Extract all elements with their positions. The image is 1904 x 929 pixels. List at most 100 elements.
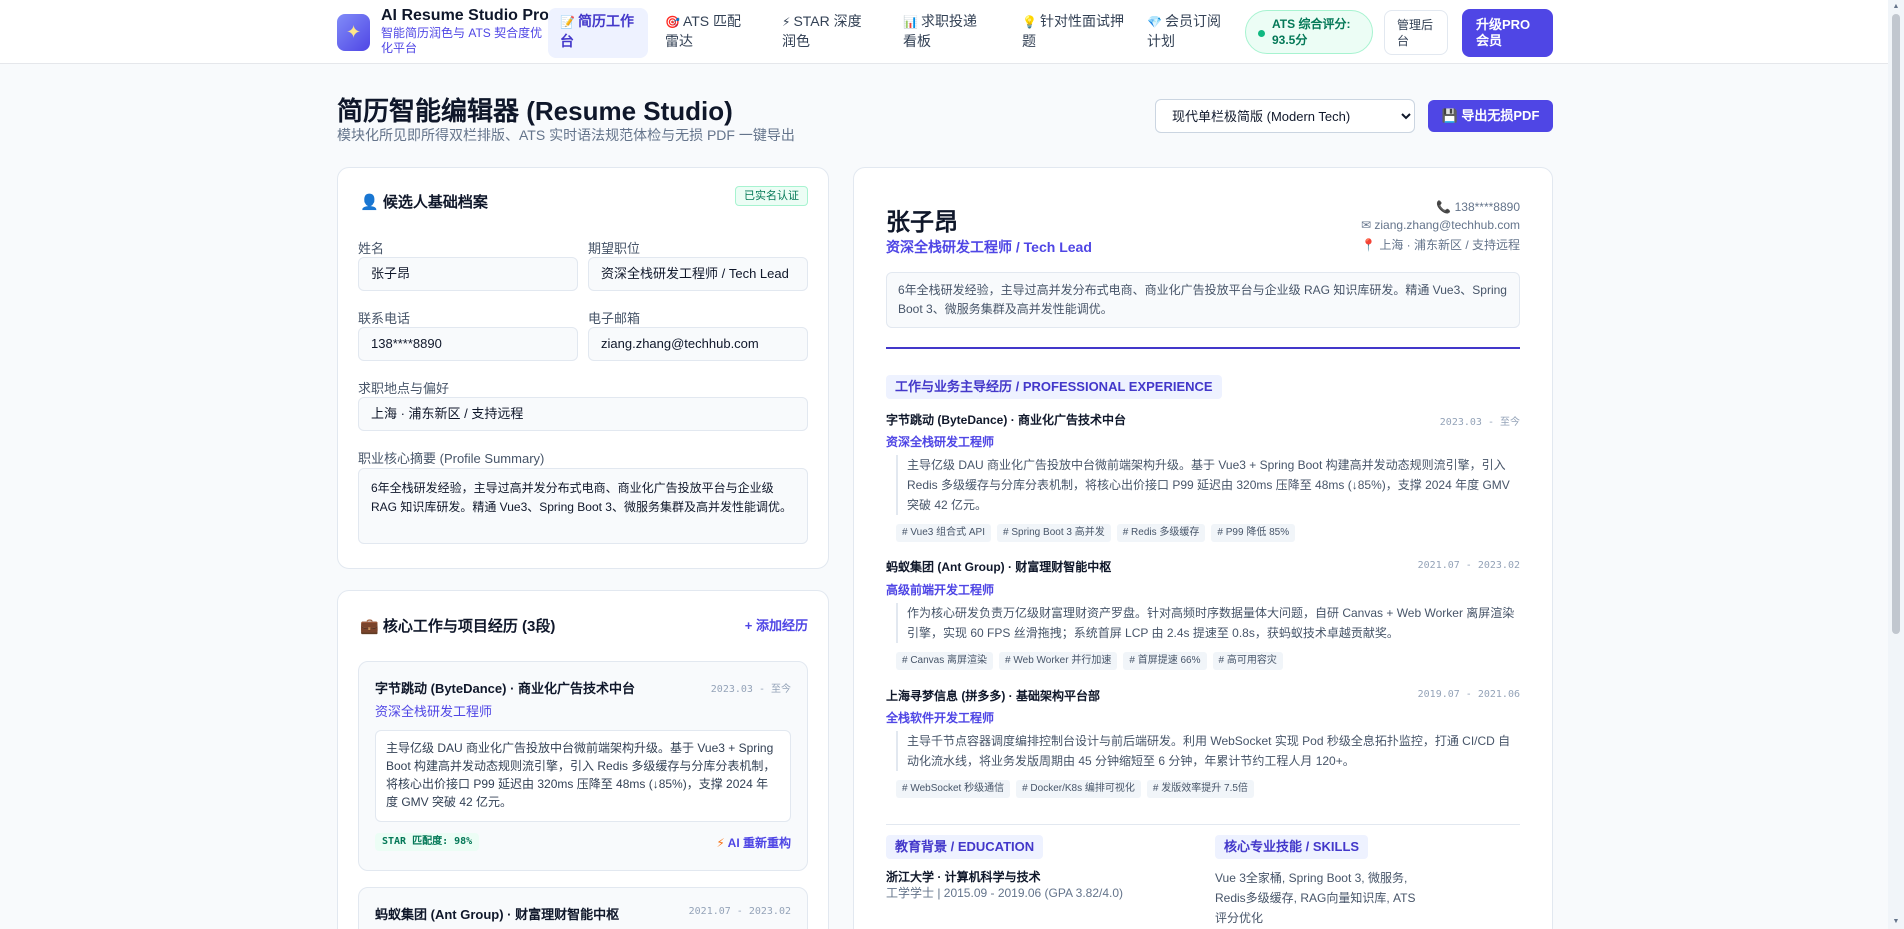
skill-tag: # 高可用容灾 [1212, 652, 1283, 670]
nav-label: 针对性面试押题 [1022, 13, 1124, 49]
email-field[interactable]: ziang.zhang@techhub.com [588, 327, 808, 361]
location-field[interactable]: 上海 · 浦东新区 / 支持远程 [358, 397, 808, 431]
position-field[interactable]: 资深全栈研发工程师 / Tech Lead [588, 257, 808, 291]
resume-title: 资深全栈研发工程师 / Tech Lead [886, 239, 1092, 255]
resume-job-date: 2023.03 - 至今 [1439, 417, 1520, 428]
name-label: 姓名 [358, 241, 385, 256]
resume-email-text: ziang.zhang@techhub.com [1374, 218, 1520, 232]
resume-preview: 张子昂 资深全栈研发工程师 / Tech Lead 📞 138****8890 … [853, 167, 1553, 929]
save-icon: 💾 [1441, 108, 1458, 123]
add-experience-button[interactable]: + 添加经历 [745, 615, 808, 634]
star-match-badge: STAR 匹配度: 98% [375, 833, 480, 851]
experience-role: 资深全栈研发工程师 [375, 704, 493, 719]
position-label: 期望职位 [588, 241, 641, 256]
skill-tag: # P99 降低 85% [1211, 524, 1296, 542]
experience-company: 蚂蚁集团 (Ant Group) · 财富理财智能中枢 [375, 907, 620, 922]
nav-star-polish[interactable]: ⚡ STAR 深度润色 [770, 8, 882, 58]
chart-icon: 📊 [903, 15, 918, 29]
profile-card-title-text: 候选人基础档案 [382, 194, 488, 211]
nav-resume-workbench[interactable]: 📝 简历工作台 [548, 8, 648, 58]
page-subtitle: 模块化所见即所得双栏排版、ATS 实时语法规范体检与无损 PDF 一键导出 [337, 127, 795, 143]
bolt-icon: ⚡ [782, 15, 791, 29]
phone-field[interactable]: 138****8890 [358, 327, 578, 361]
resume-job-tags: # Canvas 离屏渲染 # Web Worker 并行加速 # 首屏提速 6… [896, 652, 1283, 670]
page-title: 简历智能编辑器 (Resume Studio) [337, 96, 733, 126]
summary-textarea[interactable]: 6年全栈研发经验，主导过高并发分布式电商、商业化广告投放平台与企业级 RAG 知… [358, 468, 808, 544]
ai-rebuild-button[interactable]: ⚡ AI 重新重构 [716, 834, 791, 851]
resume-job-company: 字节跳动 (ByteDance) · 商业化广告技术中台 [886, 413, 1127, 427]
education-heading: 教育背景 / EDUCATION [886, 835, 1044, 859]
upgrade-pro-button[interactable]: 升级PRO会员 [1462, 9, 1553, 57]
resume-summary: 6年全栈研发经验，主导过高并发分布式电商、商业化广告投放平台与企业级 RAG 知… [886, 272, 1520, 328]
resume-job-role: 高级前端开发工程师 [886, 583, 995, 597]
export-pdf-button[interactable]: 💾 导出无损PDF [1428, 100, 1553, 132]
verified-badge: 已实名认证 [735, 186, 808, 206]
skill-tag: # Docker/K8s 编排可视化 [1016, 780, 1141, 798]
skill-tag: # Web Worker 并行加速 [999, 652, 1118, 670]
skill-tag: # 首屏提速 66% [1123, 652, 1207, 670]
bolt-icon: ⚡ [716, 836, 725, 850]
memo-icon: 📝 [560, 15, 575, 29]
resume-email: ✉ ziang.zhang@techhub.com [1361, 218, 1520, 232]
resume-job-tags: # WebSocket 秒级通信 # Docker/K8s 编排可视化 # 发版… [896, 780, 1254, 798]
brand-subtitle: 智能简历润色与 ATS 契合度优化平台 [381, 26, 543, 55]
person-icon: 👤 [360, 194, 379, 211]
diamond-icon: 💎 [1147, 15, 1162, 29]
profile-card: 👤 候选人基础档案 已实名认证 姓名 张子昂 期望职位 资深全栈研发工程师 / … [337, 167, 829, 569]
lightbulb-icon: 💡 [1022, 15, 1037, 29]
page-scrollbar[interactable]: ▲ ▼ [1888, 0, 1904, 929]
resume-job-role: 全栈软件开发工程师 [886, 711, 995, 725]
experience-date: 2021.07 - 2023.02 [688, 906, 791, 917]
briefcase-icon: 💼 [360, 618, 379, 635]
phone-label: 联系电话 [358, 311, 411, 326]
resume-job-date: 2021.07 - 2023.02 [1417, 560, 1520, 571]
nav-interview-prediction[interactable]: 💡 针对性面试押题 [1010, 8, 1136, 58]
pin-icon: 📍 [1361, 238, 1376, 252]
ai-rebuild-label: AI 重新重构 [727, 836, 791, 850]
experience-card-title-text: 核心工作与项目经历 (3段) [382, 618, 556, 635]
experience-heading: 工作与业务主导经历 / PROFESSIONAL EXPERIENCE [886, 375, 1222, 399]
resume-job-tags: # Vue3 组合式 API # Spring Boot 3 高并发 # Red… [896, 524, 1296, 542]
mail-icon: ✉ [1360, 218, 1372, 232]
resume-location: 📍 上海 · 浦东新区 / 支持远程 [1361, 236, 1520, 253]
summary-label: 职业核心摘要 (Profile Summary) [358, 451, 545, 466]
experience-description[interactable]: 主导亿级 DAU 商业化广告投放中台微前端架构升级。基于 Vue3 + Spri… [375, 730, 791, 822]
scroll-up-icon[interactable]: ▲ [1891, 2, 1901, 12]
skills-heading: 核心专业技能 / SKILLS [1215, 835, 1369, 859]
skill-tag: # Vue3 组合式 API [896, 524, 991, 542]
nav-ats-radar[interactable]: 🎯 ATS 匹配雷达 [653, 8, 763, 58]
experience-item[interactable]: 字节跳动 (ByteDance) · 商业化广告技术中台 2023.03 - 至… [358, 661, 808, 871]
nav-membership-plan[interactable]: 💎 会员订阅计划 [1135, 8, 1239, 58]
resume-job-role: 资深全栈研发工程师 [886, 435, 995, 449]
experience-item[interactable]: 蚂蚁集团 (Ant Group) · 财富理财智能中枢 2021.07 - 20… [358, 887, 808, 929]
ats-score-badge: ATS 综合评分: 93.5分 [1245, 10, 1373, 54]
name-field[interactable]: 张子昂 [358, 257, 578, 291]
section-rule [886, 824, 1520, 825]
skill-tag: # Redis 多级缓存 [1116, 524, 1206, 542]
resume-job-description: 主导千节点容器调度编排控制台设计与前后端研发。利用 WebSocket 实现 P… [896, 731, 1520, 771]
resume-job-description: 作为核心研发负责万亿级财富理财资产罗盘。针对高频时序数据量体大问题，自研 Can… [896, 603, 1520, 643]
experience-card: 💼 核心工作与项目经历 (3段) + 添加经历 字节跳动 (ByteDance)… [337, 590, 829, 929]
nav-label: STAR 深度润色 [782, 13, 862, 49]
email-label: 电子邮箱 [588, 311, 641, 326]
sparkle-icon[interactable]: ✦ [337, 14, 370, 51]
export-label: 导出无损PDF [1461, 108, 1540, 123]
nav-application-board[interactable]: 📊 求职投递看板 [891, 8, 1001, 58]
top-navbar: ✦ AI Resume Studio Pro 智能简历润色与 ATS 契合度优化… [0, 0, 1888, 64]
skill-tag: # WebSocket 秒级通信 [896, 780, 1011, 798]
skill-tag: # Spring Boot 3 高并发 [997, 524, 1111, 542]
resume-phone-text: 138****8890 [1454, 200, 1520, 214]
brand-title[interactable]: AI Resume Studio Pro [381, 7, 549, 25]
ats-score-text: ATS 综合评分: 93.5分 [1272, 17, 1351, 47]
scroll-down-icon[interactable]: ▼ [1891, 917, 1901, 927]
experience-card-title: 💼 核心工作与项目经历 (3段) [360, 615, 555, 636]
template-select[interactable]: 现代单栏极简版 (Modern Tech) [1155, 99, 1415, 133]
resume-divider [886, 347, 1520, 349]
admin-button[interactable]: 管理后台 [1384, 10, 1448, 55]
resume-name: 张子昂 [886, 209, 958, 236]
skills-list: Vue 3全家桶, Spring Boot 3, 微服务, Redis多级缓存,… [1215, 871, 1416, 925]
resume-phone: 📞 138****8890 [1436, 200, 1520, 214]
phone-icon: 📞 [1436, 200, 1452, 214]
scroll-thumb[interactable] [1892, 14, 1900, 634]
resume-job-company: 上海寻梦信息 (拼多多) · 基础架构平台部 [886, 689, 1100, 703]
